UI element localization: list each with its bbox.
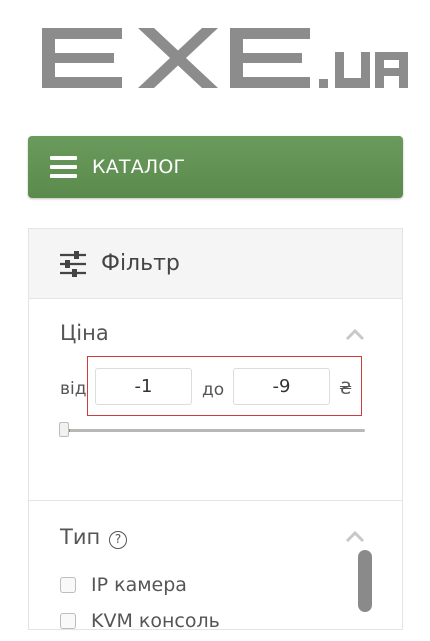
price-slider-track[interactable] [68,429,365,432]
sliders-icon [60,250,86,277]
hamburger-icon [50,156,77,178]
chevron-up-icon[interactable] [345,329,365,341]
checkbox[interactable] [60,613,76,629]
scrollbar-thumb[interactable] [358,550,372,612]
filter-title: Фільтр [101,251,180,276]
price-title: Ціна [60,321,109,345]
checkbox[interactable] [60,577,76,593]
exe-ua-logo[interactable] [42,24,408,94]
type-option-label: IP камера [91,574,187,596]
filter-header: Фільтр [29,229,402,299]
type-option[interactable]: KVM консоль [60,610,220,632]
price-highlight-box [87,356,362,416]
type-option[interactable]: IP камера [60,574,187,596]
catalog-label: КАТАЛОГ [92,156,186,178]
filter-panel: Фільтр Ціна від до ₴ Тип ? IP камера KVM… [28,228,403,632]
price-from-label: від [60,379,87,399]
type-title: Тип [60,525,101,549]
price-section: Ціна від до ₴ [29,299,402,501]
price-slider-handle[interactable] [59,422,69,437]
chevron-up-icon[interactable] [345,531,365,543]
type-option-label: KVM консоль [91,610,220,632]
type-section: Тип ? IP камера KVM консоль [29,501,402,641]
catalog-button[interactable]: КАТАЛОГ [28,136,403,198]
help-icon[interactable]: ? [109,531,127,549]
